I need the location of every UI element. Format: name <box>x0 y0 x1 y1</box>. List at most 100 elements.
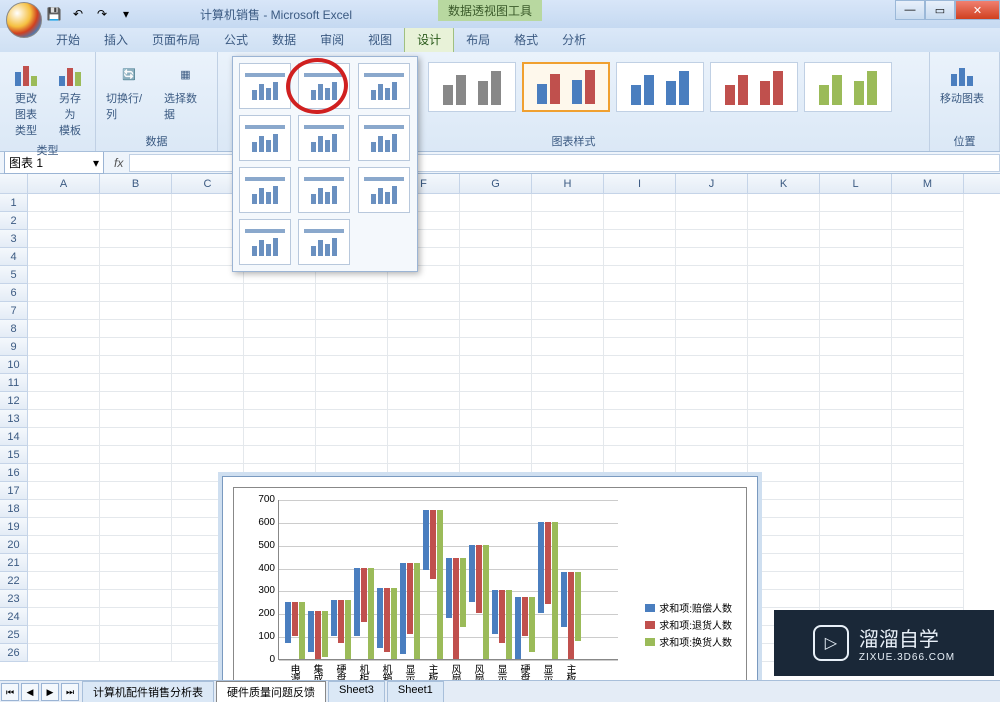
row-header[interactable]: 23 <box>0 590 28 608</box>
cell[interactable] <box>316 410 388 428</box>
chart-style-thumb-selected[interactable] <box>522 62 610 112</box>
sheet-tab[interactable]: Sheet1 <box>387 681 444 702</box>
ribbon-tab[interactable]: 分析 <box>550 27 598 52</box>
sheet-nav-prev[interactable]: ◀ <box>21 683 39 701</box>
cell[interactable] <box>604 266 676 284</box>
cell[interactable] <box>604 248 676 266</box>
chart-layout-option[interactable] <box>298 167 350 213</box>
cell[interactable] <box>748 230 820 248</box>
cell[interactable] <box>172 374 244 392</box>
cell[interactable] <box>100 482 172 500</box>
cell[interactable] <box>460 428 532 446</box>
cell[interactable] <box>532 446 604 464</box>
row-header[interactable]: 14 <box>0 428 28 446</box>
cell[interactable] <box>28 446 100 464</box>
cell[interactable] <box>892 554 964 572</box>
cell[interactable] <box>316 320 388 338</box>
cell[interactable] <box>820 302 892 320</box>
sheet-nav-next[interactable]: ▶ <box>41 683 59 701</box>
cell[interactable] <box>820 212 892 230</box>
cell[interactable] <box>748 410 820 428</box>
office-button[interactable] <box>6 2 42 38</box>
cell[interactable] <box>820 590 892 608</box>
cell[interactable] <box>748 500 820 518</box>
switch-row-col-button[interactable]: 🔄 切换行/列 <box>102 56 156 124</box>
cell[interactable] <box>100 392 172 410</box>
cell[interactable] <box>748 194 820 212</box>
cell[interactable] <box>100 626 172 644</box>
cell[interactable] <box>100 446 172 464</box>
cell[interactable] <box>532 212 604 230</box>
cell[interactable] <box>748 392 820 410</box>
cell[interactable] <box>892 428 964 446</box>
cell[interactable] <box>244 356 316 374</box>
cell[interactable] <box>748 464 820 482</box>
row-header[interactable]: 5 <box>0 266 28 284</box>
cell[interactable] <box>388 374 460 392</box>
column-header[interactable]: L <box>820 174 892 193</box>
cell[interactable] <box>172 410 244 428</box>
row-header[interactable]: 1 <box>0 194 28 212</box>
row-header[interactable]: 8 <box>0 320 28 338</box>
cell[interactable] <box>460 356 532 374</box>
ribbon-tab[interactable]: 布局 <box>454 27 502 52</box>
cell[interactable] <box>676 428 748 446</box>
cell[interactable] <box>388 356 460 374</box>
cell[interactable] <box>460 446 532 464</box>
chart-style-thumb[interactable] <box>616 62 704 112</box>
sheet-tab[interactable]: Sheet3 <box>328 681 385 702</box>
row-header[interactable]: 25 <box>0 626 28 644</box>
cell[interactable] <box>28 410 100 428</box>
chart-layout-option[interactable] <box>358 167 410 213</box>
cell[interactable] <box>100 500 172 518</box>
cell[interactable] <box>460 212 532 230</box>
row-header[interactable]: 3 <box>0 230 28 248</box>
cell[interactable] <box>28 338 100 356</box>
cell[interactable] <box>28 428 100 446</box>
row-header[interactable]: 4 <box>0 248 28 266</box>
cell[interactable] <box>604 284 676 302</box>
cell[interactable] <box>28 230 100 248</box>
cell[interactable] <box>676 356 748 374</box>
cell[interactable] <box>316 374 388 392</box>
cell[interactable] <box>172 284 244 302</box>
cell[interactable] <box>892 590 964 608</box>
column-header[interactable]: A <box>28 174 100 193</box>
chart-style-thumb[interactable] <box>710 62 798 112</box>
cell[interactable] <box>892 212 964 230</box>
cell[interactable] <box>676 284 748 302</box>
cell[interactable] <box>100 536 172 554</box>
chart-layout-option[interactable] <box>358 115 410 161</box>
cell[interactable] <box>532 356 604 374</box>
cell[interactable] <box>100 338 172 356</box>
cell[interactable] <box>100 212 172 230</box>
cell[interactable] <box>748 302 820 320</box>
cell[interactable] <box>676 446 748 464</box>
cell[interactable] <box>532 284 604 302</box>
cell[interactable] <box>28 536 100 554</box>
sheet-nav-first[interactable]: ⏮ <box>1 683 19 701</box>
cell[interactable] <box>892 536 964 554</box>
cell[interactable] <box>676 410 748 428</box>
row-header[interactable]: 16 <box>0 464 28 482</box>
cell[interactable] <box>28 302 100 320</box>
cell[interactable] <box>100 284 172 302</box>
cell[interactable] <box>28 194 100 212</box>
cell[interactable] <box>676 230 748 248</box>
row-header[interactable]: 15 <box>0 446 28 464</box>
cell[interactable] <box>676 266 748 284</box>
cell[interactable] <box>460 410 532 428</box>
cell[interactable] <box>748 284 820 302</box>
column-header[interactable]: G <box>460 174 532 193</box>
cell[interactable] <box>244 284 316 302</box>
cell[interactable] <box>100 302 172 320</box>
cell[interactable] <box>532 230 604 248</box>
cell[interactable] <box>676 212 748 230</box>
row-header[interactable]: 6 <box>0 284 28 302</box>
cell[interactable] <box>820 266 892 284</box>
cell[interactable] <box>460 338 532 356</box>
select-data-button[interactable]: ▦ 选择数据 <box>160 56 211 124</box>
cell[interactable] <box>892 302 964 320</box>
cell[interactable] <box>820 392 892 410</box>
cell[interactable] <box>532 194 604 212</box>
